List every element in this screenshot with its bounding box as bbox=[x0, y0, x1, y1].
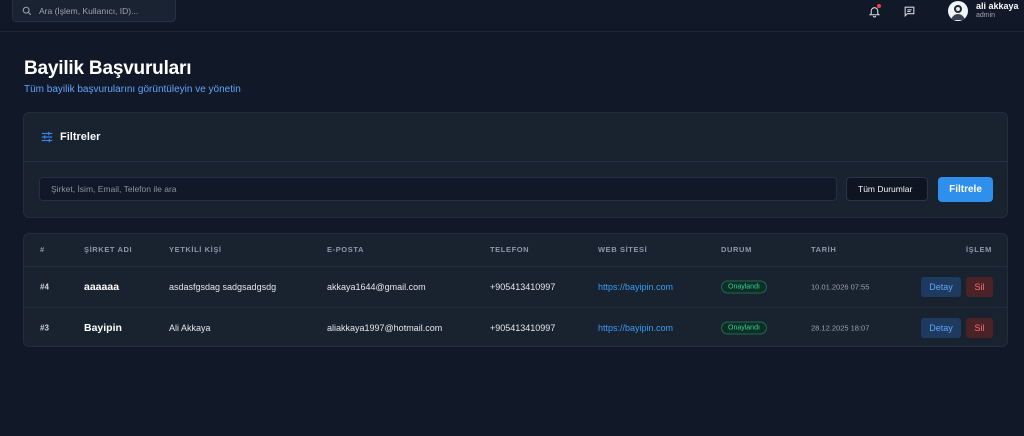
status-badge: Onaylandı bbox=[721, 280, 767, 294]
global-search-input[interactable] bbox=[39, 5, 169, 16]
filter-search-input[interactable] bbox=[39, 177, 837, 201]
table-row: #4 aaaaaa asdasfgsdag sadgsadgsdg akkaya… bbox=[24, 266, 1007, 307]
status-select[interactable]: Tüm Durumlar bbox=[846, 177, 928, 201]
row-company: Bayipin bbox=[84, 322, 122, 334]
delete-button[interactable]: Sil bbox=[966, 277, 993, 297]
status-select-value: Tüm Durumlar bbox=[858, 184, 913, 194]
delete-button[interactable]: Sil bbox=[966, 318, 993, 338]
row-website-link[interactable]: https://bayipin.com bbox=[598, 282, 673, 292]
filter-button[interactable]: Filtrele bbox=[938, 177, 993, 202]
row-company: aaaaaa bbox=[84, 281, 120, 293]
row-phone: +905413410997 bbox=[490, 282, 556, 292]
page-subtitle: Tüm bayilik başvurularını görüntüleyin v… bbox=[24, 84, 241, 95]
row-date: 28.12.2025 18:07 bbox=[811, 323, 870, 333]
filters-card: Filtreler Tüm Durumlar Filtrele bbox=[23, 112, 1008, 218]
notifications-button[interactable] bbox=[866, 3, 882, 19]
search-icon bbox=[22, 6, 32, 15]
row-date: 10.01.2026 07:55 bbox=[811, 282, 870, 292]
notification-dot bbox=[877, 4, 881, 8]
row-website-link[interactable]: https://bayipin.com bbox=[598, 323, 673, 333]
status-badge: Onaylandı bbox=[721, 321, 767, 335]
filters-header: Filtreler bbox=[24, 113, 1007, 162]
column-header-contact: YETKİLİ KİŞİ bbox=[169, 245, 222, 254]
avatar[interactable] bbox=[948, 1, 968, 21]
message-icon bbox=[904, 6, 914, 17]
row-phone: +905413410997 bbox=[490, 323, 556, 333]
row-contact: Ali Akkaya bbox=[169, 323, 211, 333]
row-id: #3 bbox=[40, 323, 49, 333]
applications-table: # ŞİRKET ADI YETKİLİ KİŞİ E-POSTA TELEFO… bbox=[23, 233, 1008, 347]
filters-title: Filtreler bbox=[60, 131, 101, 143]
column-header-status: DURUM bbox=[721, 245, 752, 254]
user-name: ali akkaya bbox=[976, 1, 1019, 11]
user-role: admin bbox=[976, 12, 996, 19]
top-bar: ali akkaya admin bbox=[0, 0, 1024, 32]
column-header-company: ŞİRKET ADI bbox=[84, 245, 133, 254]
page-title: Bayilik Başvuruları bbox=[24, 58, 192, 79]
row-id: #4 bbox=[40, 282, 49, 292]
column-header-website: WEB SİTESİ bbox=[598, 245, 648, 254]
detail-button[interactable]: Detay bbox=[921, 277, 961, 297]
messages-button[interactable] bbox=[901, 3, 917, 19]
row-contact: asdasfgsdag sadgsadgsdg bbox=[169, 282, 277, 292]
avatar-image bbox=[951, 5, 965, 20]
global-search[interactable] bbox=[12, 0, 176, 22]
column-header-id: # bbox=[40, 245, 45, 254]
row-email: akkaya1644@gmail.com bbox=[327, 282, 426, 292]
row-email: aliakkaya1997@hotmail.com bbox=[327, 323, 443, 333]
column-header-phone: TELEFON bbox=[490, 245, 530, 254]
column-header-action: İŞLEM bbox=[966, 245, 992, 254]
column-header-date: TARİH bbox=[811, 245, 837, 254]
table-row: #3 Bayipin Ali Akkaya aliakkaya1997@hotm… bbox=[24, 307, 1007, 346]
sliders-icon bbox=[41, 131, 53, 143]
detail-button[interactable]: Detay bbox=[921, 318, 961, 338]
column-header-email: E-POSTA bbox=[327, 245, 364, 254]
